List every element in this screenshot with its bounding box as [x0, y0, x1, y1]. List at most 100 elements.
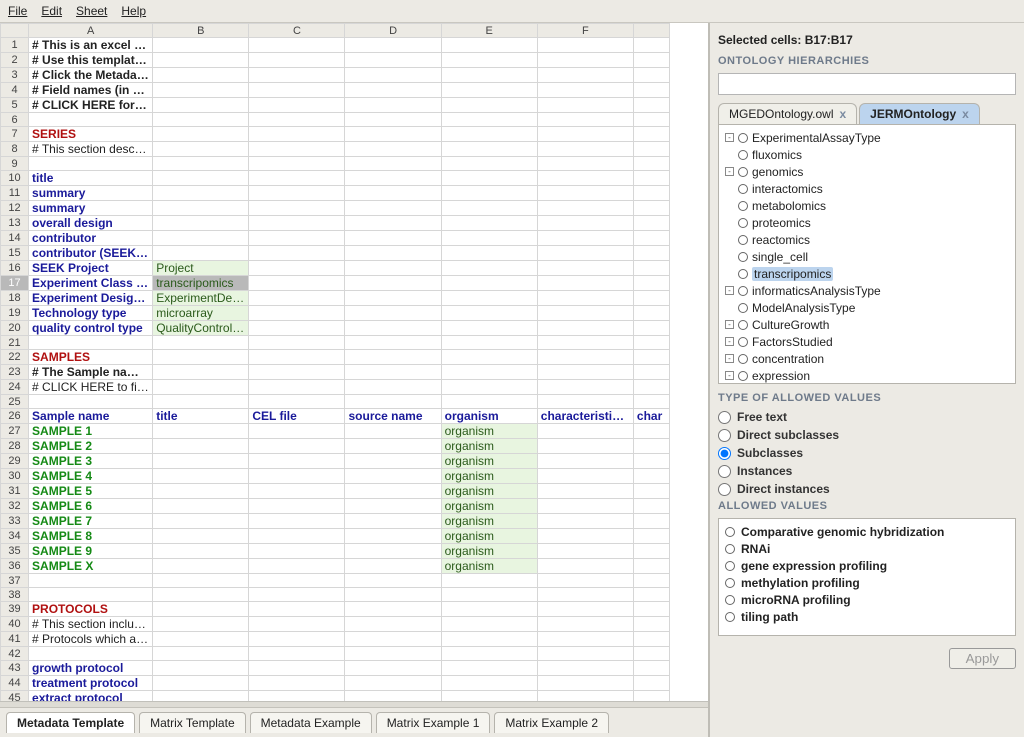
grid-scroll[interactable]: ABCDEF1# This is an excel templ...2# Use… [0, 23, 708, 701]
cell[interactable] [537, 291, 633, 306]
row-header[interactable]: 6 [1, 113, 29, 127]
cell[interactable] [633, 321, 669, 336]
row-header[interactable]: 43 [1, 661, 29, 676]
cell[interactable] [345, 632, 441, 647]
cell[interactable] [249, 647, 345, 661]
cell[interactable]: organism [441, 499, 537, 514]
cell[interactable] [345, 216, 441, 231]
allowed-value-item[interactable]: microRNA profiling [725, 591, 1009, 608]
cell[interactable] [153, 544, 249, 559]
row-header[interactable]: 15 [1, 246, 29, 261]
cell[interactable] [345, 439, 441, 454]
sheet-tab[interactable]: Matrix Example 1 [376, 712, 491, 733]
cell[interactable] [249, 291, 345, 306]
cell[interactable]: summary [29, 186, 153, 201]
cell[interactable]: organism [441, 544, 537, 559]
cell[interactable] [441, 306, 537, 321]
cell[interactable] [249, 350, 345, 365]
cell[interactable] [633, 574, 669, 588]
cell[interactable] [441, 365, 537, 380]
cell[interactable] [345, 691, 441, 702]
cell[interactable]: organism [441, 469, 537, 484]
cell[interactable]: source name [345, 409, 441, 424]
cell[interactable] [345, 171, 441, 186]
cell[interactable] [29, 395, 153, 409]
cell[interactable]: # This is an excel templ... [29, 38, 153, 53]
cell[interactable]: SEEK Project [29, 261, 153, 276]
cell[interactable] [441, 321, 537, 336]
cell[interactable] [345, 499, 441, 514]
cell[interactable] [537, 439, 633, 454]
ontology-search-input[interactable] [718, 73, 1016, 95]
cell[interactable] [633, 469, 669, 484]
row-header[interactable]: 33 [1, 514, 29, 529]
cell[interactable] [345, 514, 441, 529]
cell[interactable] [153, 454, 249, 469]
cell[interactable]: contributor [29, 231, 153, 246]
row-header[interactable]: 34 [1, 529, 29, 544]
cell[interactable] [153, 484, 249, 499]
column-header[interactable] [633, 24, 669, 38]
cell[interactable] [153, 246, 249, 261]
row-header[interactable]: 42 [1, 647, 29, 661]
cell[interactable]: SAMPLE 2 [29, 439, 153, 454]
cell[interactable] [537, 617, 633, 632]
cell[interactable] [345, 602, 441, 617]
cell[interactable] [537, 484, 633, 499]
cell[interactable] [249, 306, 345, 321]
cell[interactable]: # This section includes pr... [29, 617, 153, 632]
cell[interactable] [345, 380, 441, 395]
cell[interactable] [633, 246, 669, 261]
cell[interactable] [441, 127, 537, 142]
cell[interactable] [441, 171, 537, 186]
cell[interactable] [249, 53, 345, 68]
cell[interactable] [345, 350, 441, 365]
cell[interactable] [249, 186, 345, 201]
cell[interactable] [345, 559, 441, 574]
cell[interactable] [153, 559, 249, 574]
cell[interactable] [441, 676, 537, 691]
cell[interactable] [249, 113, 345, 127]
tree-item[interactable]: transcripomics [721, 265, 1013, 282]
cell[interactable] [345, 291, 441, 306]
cell[interactable] [441, 83, 537, 98]
row-header[interactable]: 23 [1, 365, 29, 380]
cell[interactable] [537, 201, 633, 216]
spreadsheet-grid[interactable]: ABCDEF1# This is an excel templ...2# Use… [0, 23, 670, 701]
cell[interactable]: # Protocols which are ap... [29, 632, 153, 647]
cell[interactable] [537, 350, 633, 365]
row-header[interactable]: 32 [1, 499, 29, 514]
cell[interactable]: organism [441, 529, 537, 544]
cell[interactable] [633, 617, 669, 632]
ontology-tab[interactable]: JERMOntologyx [859, 103, 980, 124]
row-header[interactable]: 29 [1, 454, 29, 469]
cell[interactable] [633, 395, 669, 409]
cell[interactable]: organism [441, 559, 537, 574]
cell[interactable] [29, 113, 153, 127]
cell[interactable] [633, 544, 669, 559]
cell[interactable]: CEL file [249, 409, 345, 424]
expand-icon[interactable]: - [725, 320, 734, 329]
cell[interactable] [29, 588, 153, 602]
cell[interactable]: SAMPLE 4 [29, 469, 153, 484]
cell[interactable] [633, 38, 669, 53]
allowed-value-item[interactable]: RNAi [725, 540, 1009, 557]
cell[interactable] [441, 68, 537, 83]
cell[interactable] [441, 157, 537, 171]
cell[interactable] [153, 68, 249, 83]
cell[interactable] [537, 306, 633, 321]
cell[interactable] [633, 499, 669, 514]
cell[interactable] [345, 127, 441, 142]
tree-item[interactable]: metabolomics [721, 197, 1013, 214]
row-header[interactable]: 14 [1, 231, 29, 246]
cell[interactable] [537, 380, 633, 395]
row-header[interactable]: 30 [1, 469, 29, 484]
row-header[interactable]: 25 [1, 395, 29, 409]
cell[interactable] [345, 53, 441, 68]
cell[interactable] [249, 83, 345, 98]
close-icon[interactable]: x [839, 107, 846, 121]
column-header[interactable]: B [153, 24, 249, 38]
cell[interactable] [537, 216, 633, 231]
cell[interactable] [633, 647, 669, 661]
cell[interactable] [29, 647, 153, 661]
